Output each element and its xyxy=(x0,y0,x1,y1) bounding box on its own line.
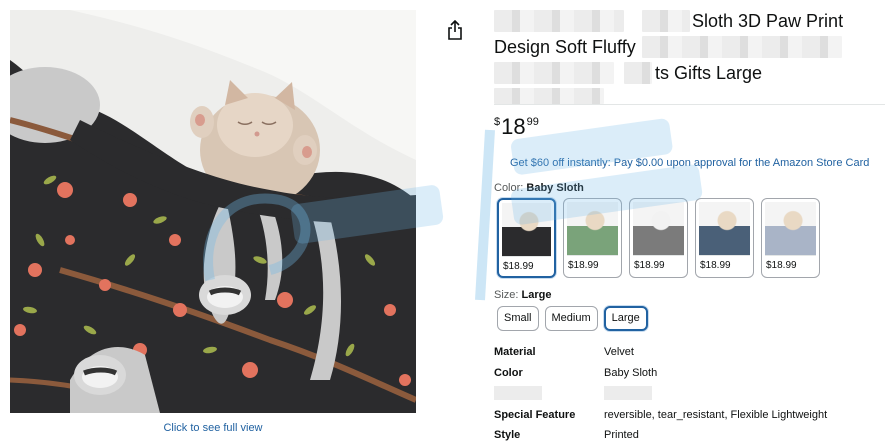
share-icon[interactable] xyxy=(446,20,464,40)
color-swatches: $18.99 $18.99 $18.99 $18.99 $18.99 xyxy=(497,198,820,278)
title-line-2: Design Soft Fluffy xyxy=(494,34,879,60)
swatch-thumbnail xyxy=(502,203,551,257)
swatch-thumbnail xyxy=(567,202,618,256)
size-option-button[interactable]: Large xyxy=(603,306,648,331)
title-line-3: ts Gifts Large xyxy=(494,60,879,86)
swatch-price: $18.99 xyxy=(503,261,534,272)
color-label: Color: Baby Sloth xyxy=(494,182,584,194)
spec-row-material: Material Velvet xyxy=(494,346,634,358)
title-text: ts Gifts Large xyxy=(655,63,763,83)
store-card-promo-link[interactable]: Get $60 off instantly: Pay $0.00 upon ap… xyxy=(510,157,869,169)
spec-key: Color xyxy=(494,367,523,379)
size-option-button[interactable]: Small xyxy=(497,306,539,331)
main-product-image[interactable] xyxy=(10,10,416,413)
spec-value: Printed xyxy=(604,429,639,441)
swatch-price: $18.99 xyxy=(766,260,797,271)
divider xyxy=(494,104,885,105)
full-view-link[interactable]: Click to see full view xyxy=(10,422,416,434)
redacted-text xyxy=(604,386,652,400)
price-symbol: $ xyxy=(494,116,501,128)
redacted-text xyxy=(494,62,614,84)
size-options: Small Medium Large xyxy=(497,306,648,331)
title-text: Design Soft Fluffy xyxy=(494,37,636,57)
color-swatch[interactable]: $18.99 xyxy=(695,198,754,278)
spec-key: Material xyxy=(494,346,536,358)
color-swatch[interactable]: $18.99 xyxy=(629,198,688,278)
redacted-text xyxy=(624,62,652,84)
swatch-thumbnail xyxy=(765,202,816,256)
title-line-4 xyxy=(494,86,879,106)
swatch-price: $18.99 xyxy=(700,260,731,271)
swatch-price: $18.99 xyxy=(634,260,665,271)
redacted-text xyxy=(494,10,624,32)
spec-row-redacted xyxy=(494,386,652,403)
color-swatch[interactable]: $18.99 xyxy=(497,198,556,278)
spec-key: Style xyxy=(494,429,521,441)
redacted-text xyxy=(494,386,542,400)
size-label: Size: Large xyxy=(494,289,552,301)
price: $ 18 99 xyxy=(494,115,539,139)
price-whole: 18 xyxy=(501,114,526,139)
swatch-price: $18.99 xyxy=(568,260,599,271)
spec-row-style: Style Printed xyxy=(494,429,639,441)
spec-row-special-feature: Special Feature reversible, tear_resista… xyxy=(494,409,827,421)
swatch-thumbnail xyxy=(699,202,750,256)
spec-value: Baby Sloth xyxy=(604,367,658,379)
size-option-button[interactable]: Medium xyxy=(544,306,598,331)
redacted-text xyxy=(494,88,604,104)
selected-size: Large xyxy=(521,289,552,301)
title-line-1: Sloth 3D Paw Print xyxy=(494,8,879,34)
redacted-text xyxy=(641,36,842,58)
color-swatch[interactable]: $18.99 xyxy=(761,198,820,278)
redacted-text xyxy=(642,10,690,32)
swatch-thumbnail xyxy=(633,202,684,256)
spec-value: reversible, tear_resistant, Flexible Lig… xyxy=(604,409,828,421)
spec-key: Special Feature xyxy=(494,409,576,421)
spec-value: Velvet xyxy=(604,346,634,358)
color-swatch[interactable]: $18.99 xyxy=(563,198,622,278)
title-text: Sloth 3D Paw Print xyxy=(692,11,844,31)
selected-color: Baby Sloth xyxy=(526,182,584,194)
product-title[interactable]: Sloth 3D Paw Print Design Soft Fluffy ts… xyxy=(494,8,879,106)
price-fraction: 99 xyxy=(526,116,539,128)
spec-row-color: Color Baby Sloth xyxy=(494,367,657,379)
